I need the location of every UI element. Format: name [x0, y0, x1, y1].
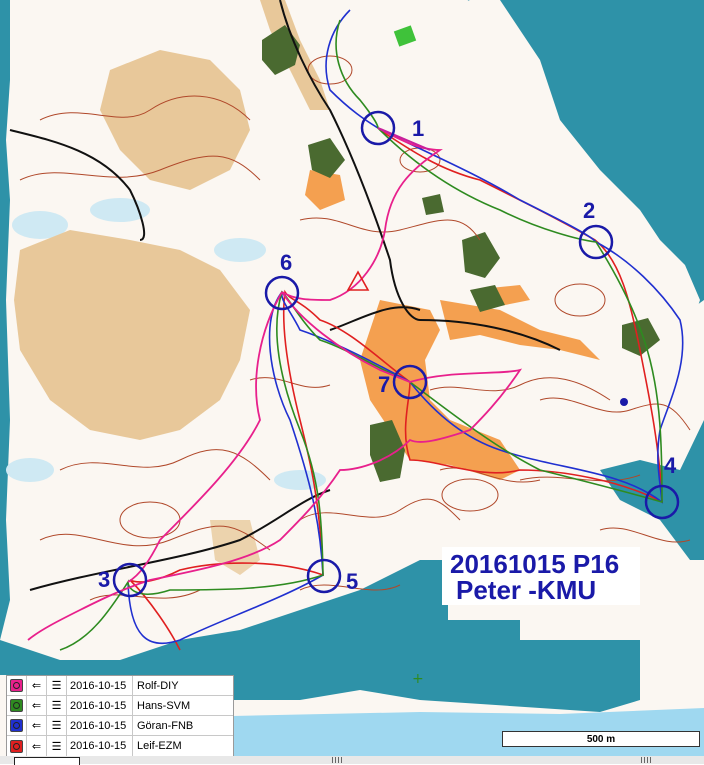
control-label-7: 7 [378, 372, 390, 397]
scroll-grip[interactable] [332, 757, 344, 763]
control-label-4: 4 [664, 453, 677, 478]
runner-date: 2016-10-15 [67, 695, 133, 716]
runner-date: 2016-10-15 [67, 715, 133, 736]
control-label-3: 3 [98, 567, 110, 592]
runner-date: 2016-10-15 [67, 736, 133, 756]
plus-icon[interactable]: + [412, 671, 424, 687]
list-icon[interactable]: ☰ [47, 695, 67, 716]
control-label-1: 1 [412, 116, 424, 141]
runner-row[interactable]: ⇐ ☰ 2016-10-15 Rolf-DIY [7, 675, 233, 696]
event-title-box: 20161015 P16 Peter -KMU [442, 547, 640, 605]
runner-color-swatch[interactable] [7, 715, 27, 736]
orienteering-map[interactable]: 1 2 3 4 5 6 7 + [0, 0, 704, 764]
runner-color-swatch[interactable] [7, 675, 27, 696]
event-title-line2: Peter -KMU [456, 575, 597, 605]
runner-row[interactable]: ⇐ ☰ 2016-10-15 Hans-SVM [7, 695, 233, 716]
control-label-5: 5 [346, 569, 358, 594]
runner-color-swatch[interactable] [7, 695, 27, 716]
list-icon[interactable]: ☰ [47, 675, 67, 696]
runner-row[interactable]: ⇐ ☰ 2016-10-15 Leif-EZM [7, 736, 233, 756]
runner-name: Leif-EZM [137, 740, 182, 752]
left-arrow-icon[interactable]: ⇐ [27, 736, 47, 756]
scale-bar: 500 m [502, 731, 700, 747]
map-point [620, 398, 628, 406]
bottom-scrollbar[interactable] [0, 756, 704, 764]
runner-name: Göran-FNB [137, 719, 194, 732]
scroll-grip[interactable] [641, 757, 653, 763]
peninsula-bottom-right [640, 560, 704, 640]
runner-date: 2016-10-15 [67, 675, 133, 696]
list-icon[interactable]: ☰ [47, 736, 67, 756]
left-arrow-icon[interactable]: ⇐ [27, 675, 47, 696]
list-icon[interactable]: ☰ [47, 715, 67, 736]
control-label-2: 2 [583, 198, 595, 223]
left-arrow-icon[interactable]: ⇐ [27, 695, 47, 716]
runner-row[interactable]: ⇐ ☰ 2016-10-15 Göran-FNB [7, 715, 233, 736]
runner-color-swatch[interactable] [7, 736, 27, 756]
runner-legend: ⇐ ☰ 2016-10-15 Rolf-DIY ⇐ ☰ 2016-10-15 H… [6, 675, 234, 759]
control-label-6: 6 [280, 250, 292, 275]
runner-name: Hans-SVM [137, 699, 191, 712]
runner-name: Rolf-DIY [137, 679, 179, 692]
left-arrow-icon[interactable]: ⇐ [27, 715, 47, 736]
